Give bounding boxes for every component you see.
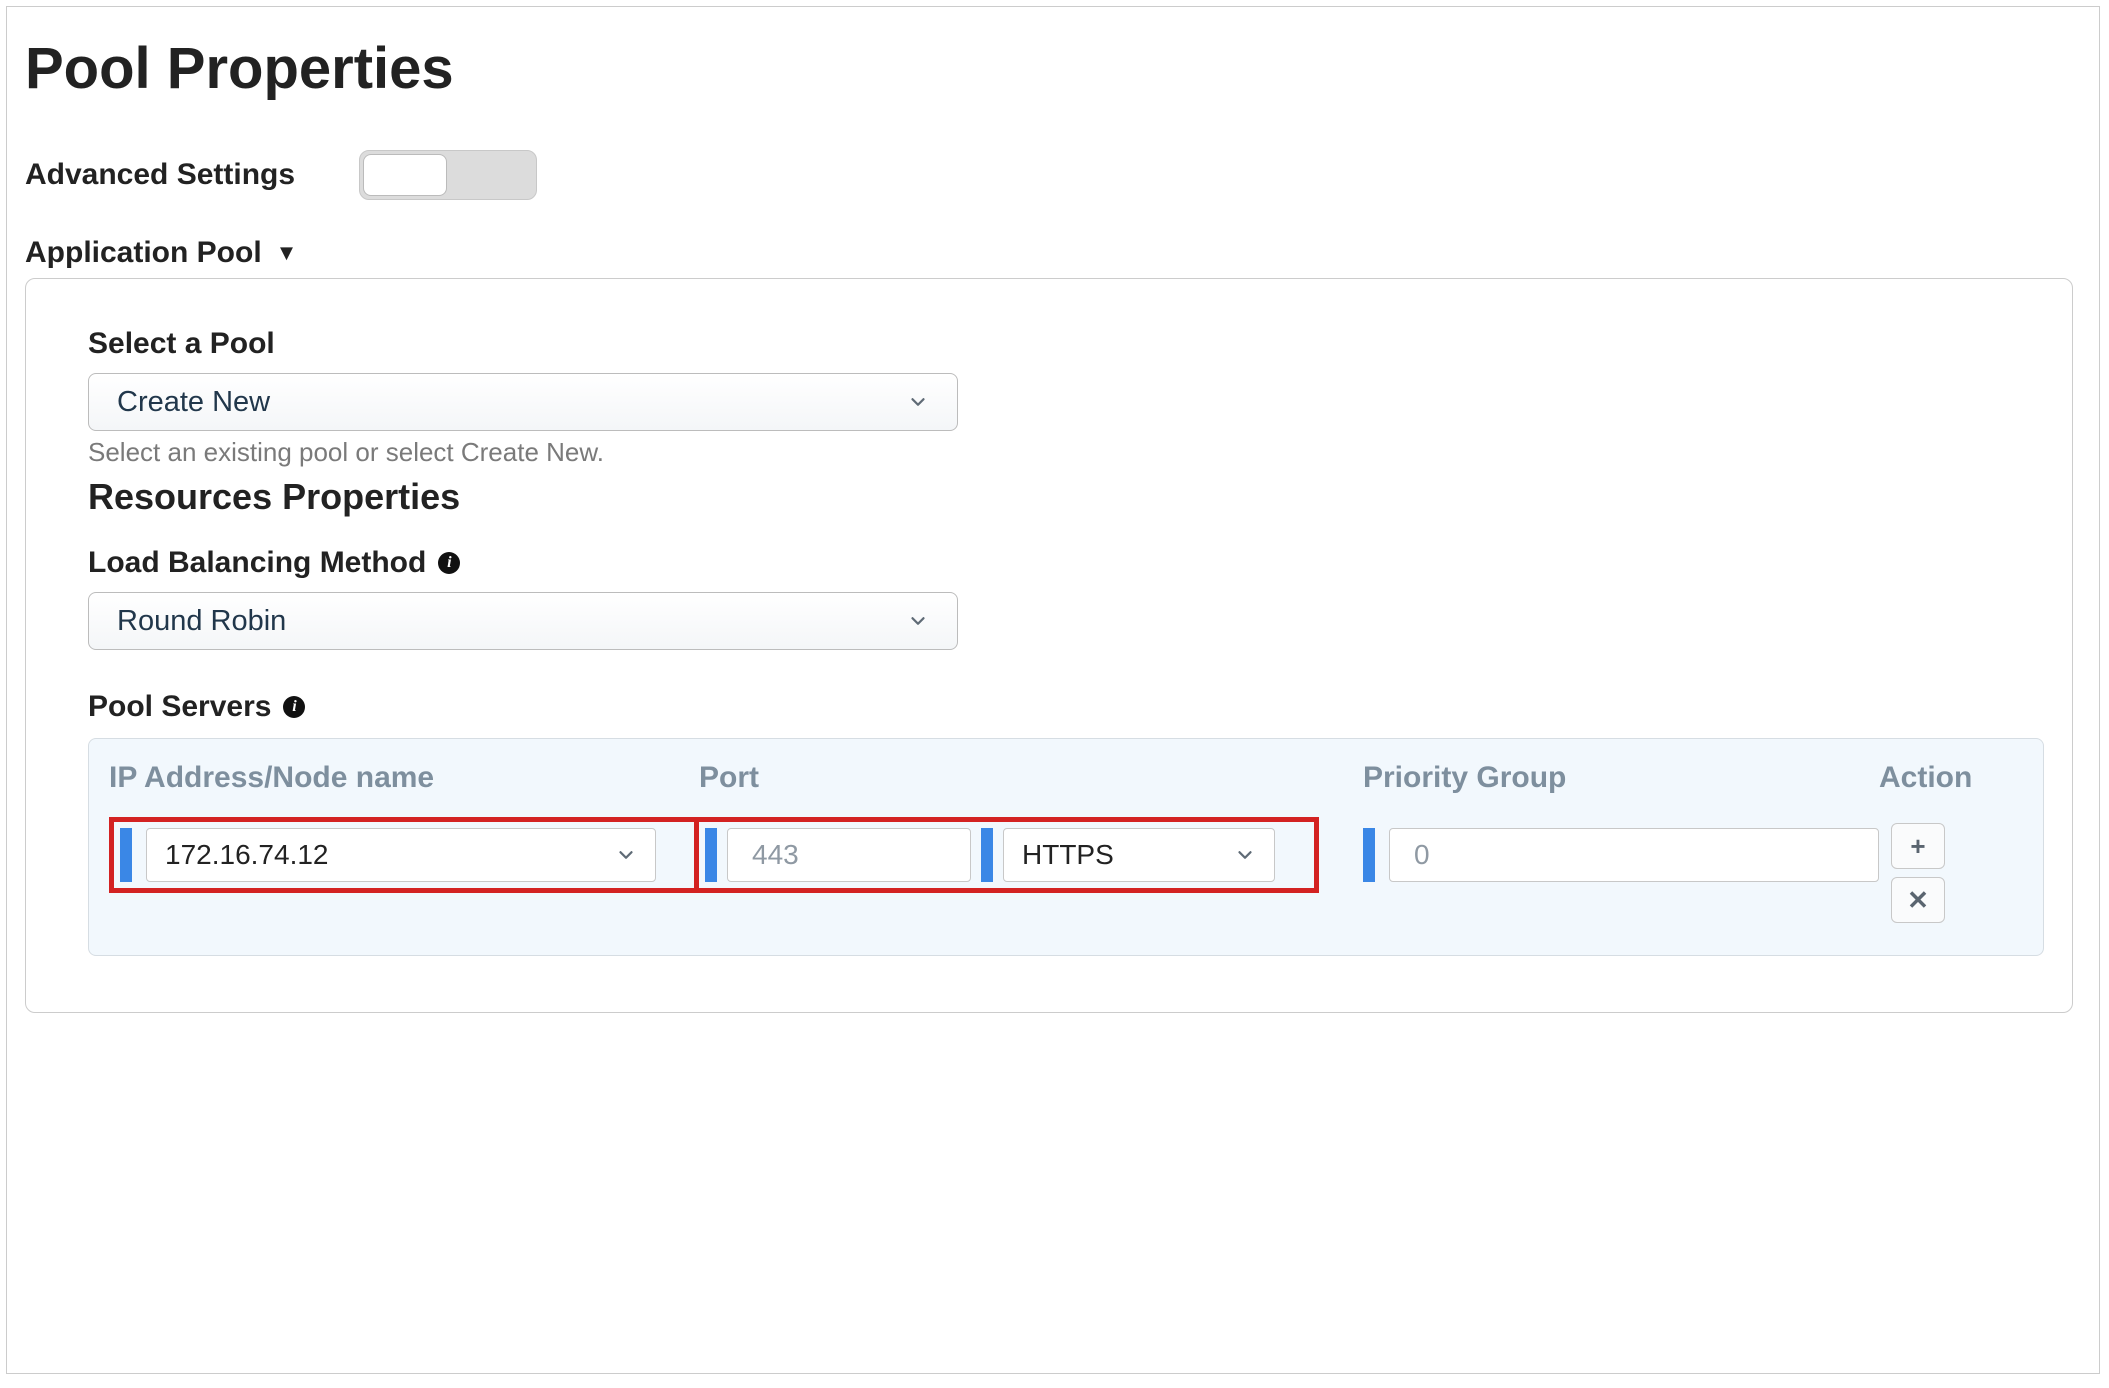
edited-indicator-bar [705, 828, 717, 882]
select-pool-value: Create New [117, 386, 270, 419]
protocol-dropdown[interactable]: HTTPS [1003, 828, 1275, 882]
chevron-down-icon [907, 610, 929, 632]
advanced-settings-row: Advanced Settings [25, 150, 2091, 200]
remove-row-button[interactable]: ✕ [1891, 877, 1945, 923]
resources-properties-heading: Resources Properties [88, 476, 2044, 518]
load-balancing-method-field-label: Load Balancing Method i [88, 546, 2044, 580]
pool-properties-panel: Pool Properties Advanced Settings Applic… [6, 6, 2100, 1374]
plus-icon: + [1910, 831, 1925, 862]
toggle-knob [363, 154, 447, 196]
column-header-priority: Priority Group [1319, 761, 1879, 795]
chevron-down-icon [615, 844, 637, 866]
protocol-value: HTTPS [1022, 839, 1114, 871]
select-pool-hint: Select an existing pool or select Create… [88, 437, 2044, 468]
ip-address-value: 172.16.74.12 [165, 839, 329, 871]
chevron-down-icon [1234, 844, 1256, 866]
ip-cell-highlight: 172.16.74.12 [109, 817, 699, 893]
table-row: 172.16.74.12 443 HTTPS [89, 817, 2043, 923]
edited-indicator-bar [120, 828, 132, 882]
table-header-row: IP Address/Node name Port Priority Group… [89, 739, 2043, 817]
action-cell: + ✕ [1879, 817, 2039, 923]
priority-cell: 0 [1319, 817, 1879, 882]
select-pool-dropdown[interactable]: Create New [88, 373, 958, 431]
close-icon: ✕ [1907, 885, 1929, 916]
info-icon[interactable]: i [283, 696, 305, 718]
select-pool-field-label: Select a Pool [88, 327, 2044, 361]
add-row-button[interactable]: + [1891, 823, 1945, 869]
select-pool-label: Select a Pool [88, 327, 275, 361]
caret-down-icon: ▼ [276, 240, 298, 266]
column-header-action: Action [1879, 761, 2039, 795]
port-cell-highlight: 443 HTTPS [694, 817, 1319, 893]
chevron-down-icon [907, 391, 929, 413]
edited-indicator-bar [1363, 828, 1375, 882]
load-balancing-method-dropdown[interactable]: Round Robin [88, 592, 958, 650]
section-application-pool-label: Application Pool [25, 236, 262, 270]
port-input[interactable]: 443 [727, 828, 971, 882]
section-application-pool-body: Select a Pool Create New Select an exist… [25, 278, 2073, 1013]
section-application-pool-header[interactable]: Application Pool ▼ [25, 236, 2091, 270]
edited-indicator-bar [981, 828, 993, 882]
advanced-settings-toggle[interactable] [359, 150, 537, 200]
pool-servers-table: IP Address/Node name Port Priority Group… [88, 738, 2044, 956]
info-icon[interactable]: i [438, 552, 460, 574]
advanced-settings-label: Advanced Settings [25, 158, 295, 192]
priority-group-input[interactable]: 0 [1389, 828, 1879, 882]
ip-address-combobox[interactable]: 172.16.74.12 [146, 828, 656, 882]
port-value: 443 [752, 839, 799, 871]
column-header-port: Port [699, 761, 1319, 795]
priority-group-value: 0 [1414, 839, 1430, 871]
page-title: Pool Properties [25, 35, 2091, 102]
load-balancing-method-value: Round Robin [117, 605, 286, 638]
pool-servers-label: Pool Servers [88, 690, 271, 724]
load-balancing-method-label: Load Balancing Method [88, 546, 426, 580]
pool-servers-field-label: Pool Servers i [88, 690, 2044, 724]
column-header-ip: IP Address/Node name [109, 761, 699, 795]
